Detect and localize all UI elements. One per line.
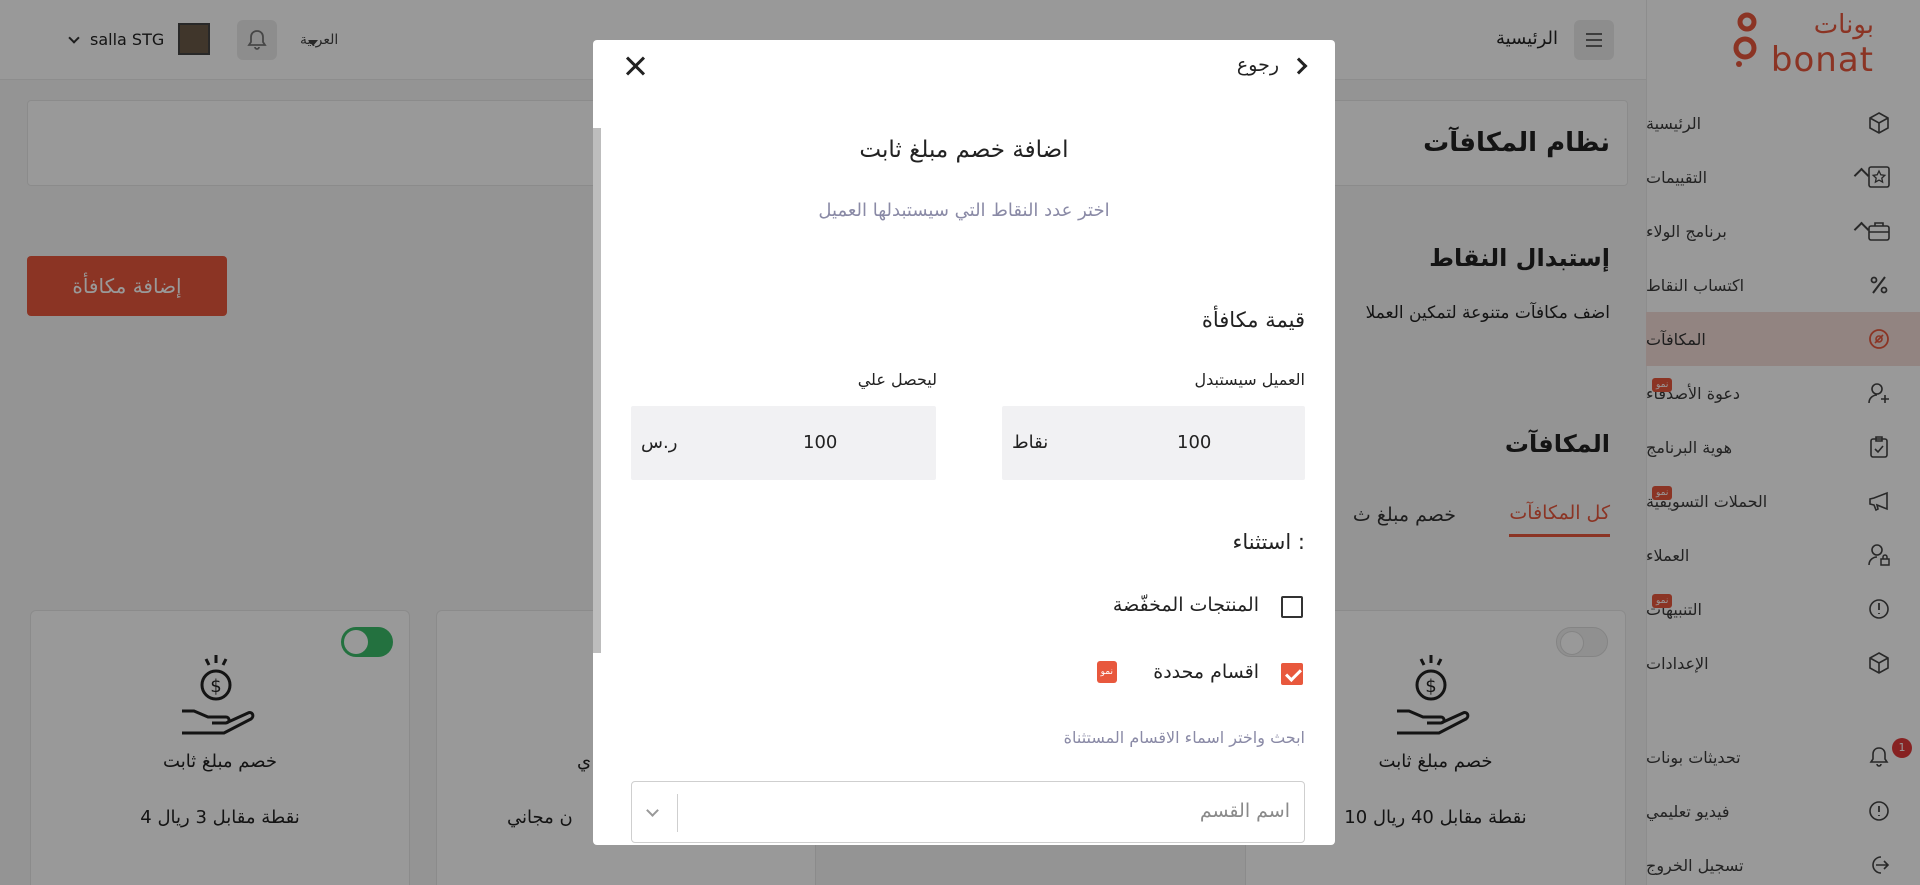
get-label: ليحصل علي [857, 370, 937, 389]
category-search-help: ابحث واختر اسماء الاقسام المستثناة [1063, 728, 1305, 747]
back-label: رجوع [1236, 54, 1279, 76]
close-icon[interactable] [621, 52, 649, 80]
reward-value-label: قيمة مكافأة [1201, 308, 1305, 332]
amount-value: 100 [803, 432, 838, 453]
select-divider [677, 794, 678, 832]
amount-input[interactable]: 100 ر.س [631, 406, 936, 480]
specific-categories-label[interactable]: اقسام محددة [1153, 661, 1259, 683]
points-value: 100 [1177, 432, 1212, 453]
exchange-label: العميل سيستبدل [1194, 370, 1305, 389]
modal-title: اضافة خصم مبلغ ثابت [859, 137, 1069, 163]
specific-categories-checkbox[interactable] [1281, 663, 1303, 685]
points-input[interactable]: 100 نقاط [1002, 406, 1305, 480]
category-select[interactable]: اسم القسم [631, 781, 1305, 843]
amount-unit: ر.س [641, 432, 678, 453]
discounted-products-checkbox[interactable] [1281, 596, 1303, 618]
points-unit: نقاط [1012, 432, 1049, 453]
discounted-products-label[interactable]: المنتجات المخفّضة [1113, 594, 1259, 616]
exception-label: استثناء : [1232, 530, 1305, 554]
category-placeholder: اسم القسم [1199, 800, 1290, 822]
new-badge: نمو [1096, 661, 1117, 683]
add-fixed-discount-modal: رجوع اضافة خصم مبلغ ثابت اختر عدد النقاط… [593, 40, 1335, 845]
modal-subtitle: اختر عدد النقاط التي سيستبدلها العميل [818, 200, 1110, 221]
chevron-down-icon[interactable] [646, 804, 659, 817]
